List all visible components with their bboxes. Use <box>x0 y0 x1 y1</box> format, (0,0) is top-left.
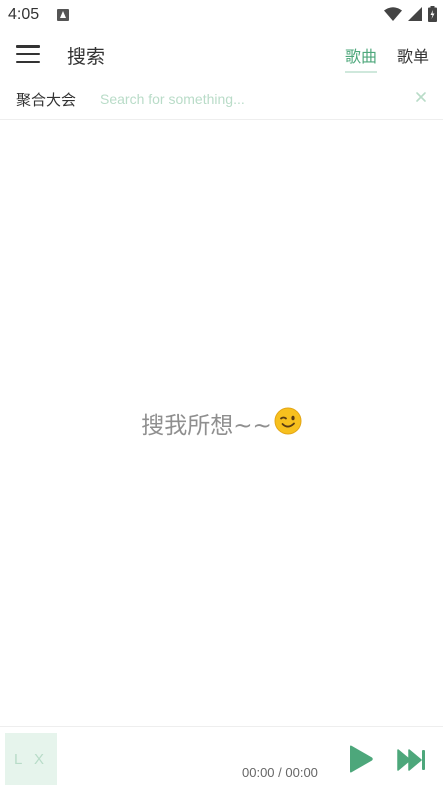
search-input[interactable] <box>100 86 400 112</box>
source-selector[interactable]: 聚合大会 <box>16 89 76 110</box>
playback-time: 00:00 / 00:00 <box>242 765 318 780</box>
battery-icon <box>428 6 437 22</box>
album-cover[interactable]: L X <box>5 733 57 785</box>
signal-icon <box>408 7 422 21</box>
empty-state-text: 搜我所想~~ <box>141 413 272 439</box>
empty-state: 搜我所想~~ <box>0 406 443 440</box>
play-icon[interactable] <box>345 744 375 774</box>
notification-icon <box>57 9 69 21</box>
search-bar: 聚合大会 <box>0 80 443 120</box>
menu-icon[interactable] <box>14 42 42 66</box>
tab-songs[interactable]: 歌曲 <box>345 43 378 73</box>
status-icons <box>384 6 437 22</box>
status-bar: 4:05 <box>0 0 443 30</box>
player-bar: L X 00:00 / 00:00 <box>0 726 443 789</box>
cover-placeholder-text: L X <box>14 750 48 768</box>
app-header: 搜索 歌曲 歌单 <box>0 30 443 78</box>
clear-icon[interactable] <box>413 89 429 105</box>
wink-emoji-icon <box>274 407 302 435</box>
wifi-icon <box>384 6 402 21</box>
next-track-icon[interactable] <box>397 748 427 772</box>
status-time: 4:05 <box>8 6 40 23</box>
tab-playlists[interactable]: 歌单 <box>397 43 429 67</box>
page-title: 搜索 <box>67 46 106 68</box>
